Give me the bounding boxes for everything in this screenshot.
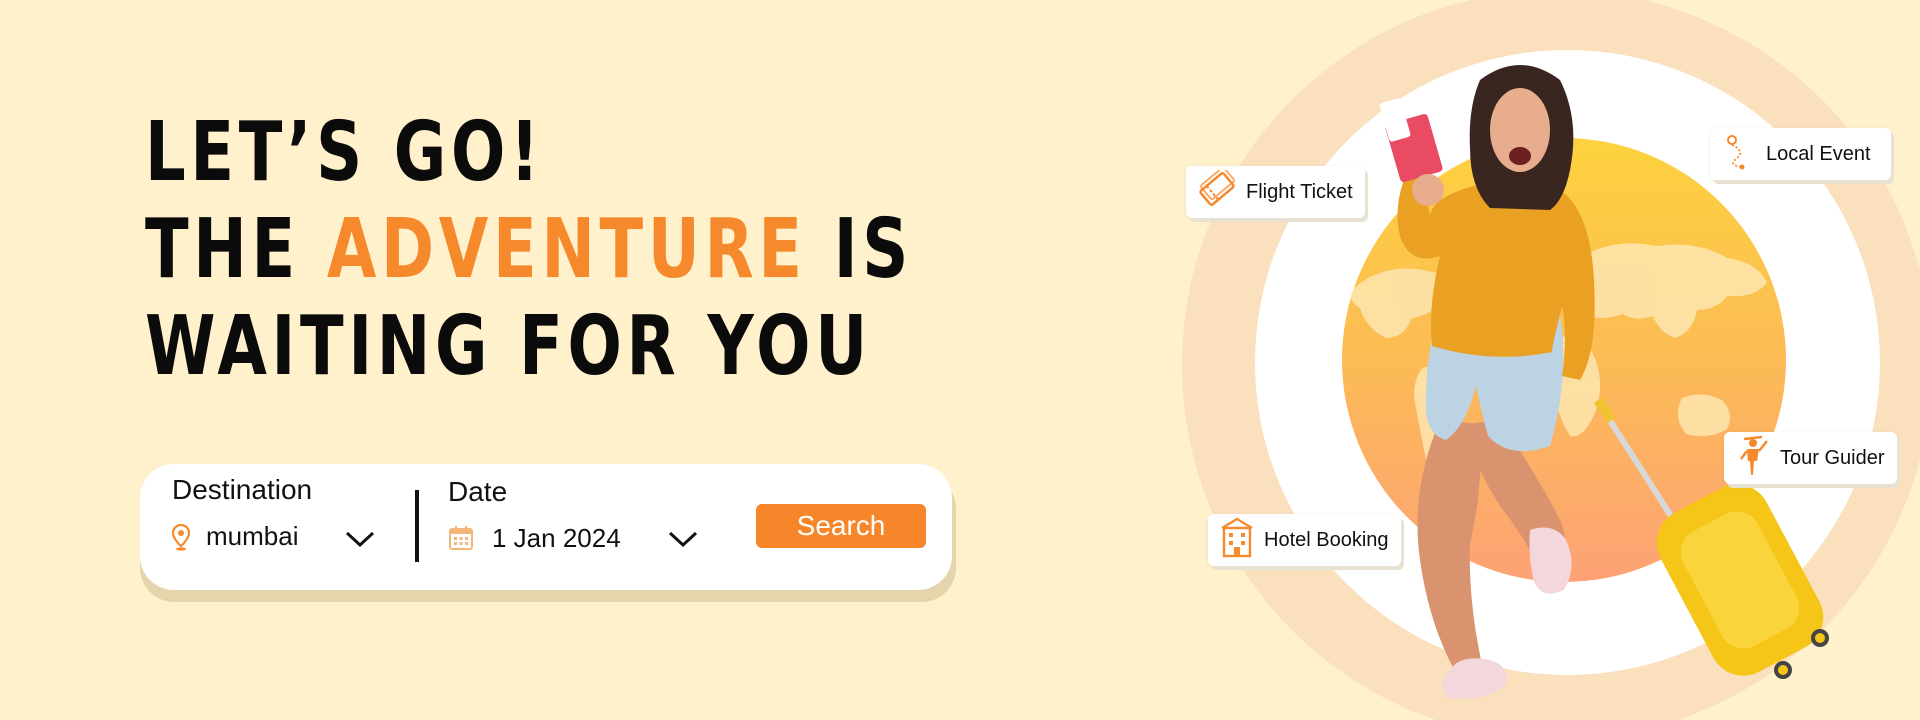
hotel-building-icon <box>1220 516 1254 564</box>
chip-local-event[interactable]: Local Event <box>1710 128 1891 180</box>
search-button[interactable]: Search <box>756 504 926 548</box>
chip-flight-ticket-label: Flight Ticket <box>1246 180 1353 203</box>
destination-label: Destination <box>172 474 313 505</box>
chip-tour-guider[interactable]: Tour Guider <box>1724 432 1897 484</box>
hero-line-2-post: IS <box>806 202 913 297</box>
chip-hotel-booking[interactable]: Hotel Booking <box>1208 514 1401 566</box>
hero-line-3: WAITING FOR YOU <box>145 299 872 394</box>
calendar-icon <box>448 525 474 555</box>
flight-ticket-icon <box>1198 166 1236 214</box>
chip-tour-guider-label: Tour Guider <box>1780 446 1885 469</box>
tour-guide-icon <box>1736 433 1770 483</box>
hero-line-2-pre: THE <box>145 202 327 297</box>
chip-flight-ticket[interactable]: Flight Ticket <box>1186 166 1365 218</box>
date-value[interactable]: 1 Jan 2024 <box>492 523 621 554</box>
hero-line-2: THE ADVENTURE IS <box>145 201 913 298</box>
route-pin-icon <box>1722 132 1756 176</box>
field-divider <box>415 490 419 562</box>
destination-value[interactable]: mumbai <box>206 521 298 552</box>
location-pin-icon <box>171 523 191 556</box>
hero-line-1: LET’S GO! <box>145 105 544 200</box>
chip-hotel-booking-label: Hotel Booking <box>1264 528 1389 551</box>
hero-headline: LET’S GO! THE ADVENTURE IS WAITING FOR Y… <box>145 104 913 395</box>
destination-chevron-down-icon[interactable] <box>343 528 377 550</box>
date-label: Date <box>448 476 508 507</box>
hero-accent-word: ADVENTURE <box>326 202 807 297</box>
date-chevron-down-icon[interactable] <box>666 528 700 550</box>
chip-local-event-label: Local Event <box>1766 142 1871 165</box>
